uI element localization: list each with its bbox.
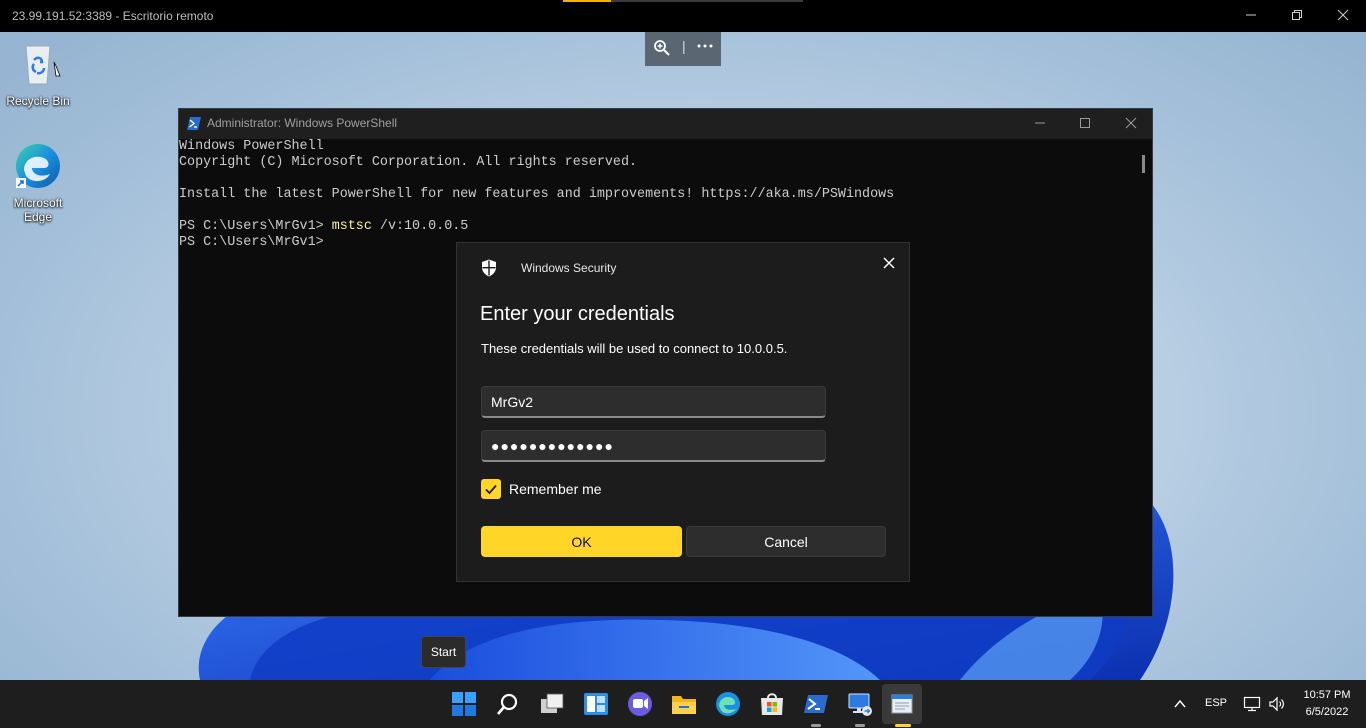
console-arguments: /v:10.0.0.5 (371, 219, 469, 234)
minimize-icon (1035, 122, 1045, 124)
console-line: Windows PowerShell (179, 139, 324, 154)
volume-icon[interactable] (1268, 695, 1286, 713)
desktop-icon-label: Recycle Bin (6, 94, 70, 108)
clock-time[interactable]: 10:57 PM (1297, 689, 1357, 701)
powershell-icon (187, 117, 201, 130)
close-button[interactable] (1108, 109, 1154, 139)
close-button[interactable] (1320, 0, 1366, 32)
search-icon[interactable] (494, 690, 522, 718)
desktop: | Recycle Bin Microsoft Edge Administrat… (0, 32, 1366, 680)
minimize-button[interactable] (1228, 0, 1274, 32)
active-indicator (895, 724, 911, 727)
console-command: mstsc (331, 219, 372, 234)
remote-desktop-connection-bar: | (645, 32, 721, 66)
cancel-button[interactable]: Cancel (686, 526, 886, 557)
maximize-button[interactable] (1062, 109, 1108, 139)
restore-button[interactable] (1274, 0, 1320, 32)
edge-icon (14, 142, 62, 190)
remote-desktop-icon[interactable] (846, 690, 874, 718)
taskbar: ESP 10:57 PM 6/5/2022 (0, 680, 1366, 728)
remote-desktop-title: 23.99.191.52:3389 - Escritorio remoto (12, 9, 214, 23)
maximize-icon (1080, 118, 1090, 128)
desktop-icon-recycle-bin[interactable]: Recycle Bin (0, 40, 76, 108)
credentials-dialog: Windows Security Enter your credentials … (456, 242, 910, 582)
store-icon[interactable] (758, 690, 786, 718)
chevron-up-icon[interactable] (1173, 697, 1187, 711)
console-line: Copyright (C) Microsoft Corporation. All… (179, 155, 638, 170)
console-line: PS C:\Users\MrGv1> mstsc /v:10.0.0.5 (179, 219, 1139, 235)
notepad-icon[interactable] (888, 690, 916, 718)
clock-date[interactable]: 6/5/2022 (1297, 706, 1357, 718)
connection-progress-bar (563, 0, 803, 2)
remember-me-label[interactable]: Remember me (509, 481, 602, 497)
network-icon[interactable] (1243, 695, 1261, 713)
password-field[interactable] (481, 430, 826, 462)
more-options-icon[interactable] (696, 37, 714, 60)
powershell-titlebar[interactable]: Administrator: Windows PowerShell (179, 109, 1152, 139)
edge-icon[interactable] (714, 690, 742, 718)
username-field[interactable] (481, 386, 826, 418)
close-icon (1337, 9, 1349, 21)
language-indicator[interactable]: ESP (1205, 697, 1227, 709)
checkmark-icon (485, 484, 497, 495)
ok-button[interactable]: OK (481, 526, 682, 557)
minimize-button[interactable] (1017, 109, 1063, 139)
start-tooltip: Start (421, 636, 466, 668)
chat-icon[interactable] (626, 690, 654, 718)
dialog-close-button[interactable] (875, 249, 903, 277)
start-icon[interactable] (450, 690, 478, 718)
desktop-icon-microsoft-edge[interactable]: Microsoft Edge (0, 142, 76, 224)
running-indicator (811, 724, 821, 727)
scrollbar-thumb[interactable] (1142, 155, 1145, 173)
window-title: Administrator: Windows PowerShell (207, 116, 398, 130)
powershell-icon[interactable] (802, 690, 830, 718)
connection-progress-fill (563, 0, 611, 2)
running-indicator (855, 724, 865, 727)
minimize-icon (1246, 14, 1256, 16)
widgets-icon[interactable] (582, 690, 610, 718)
dialog-description: These credentials will be used to connec… (481, 341, 788, 356)
shield-icon (482, 259, 496, 277)
zoom-icon[interactable] (653, 39, 671, 62)
close-icon (1125, 117, 1137, 129)
desktop-icon-label: Microsoft Edge (13, 196, 63, 224)
restore-icon (1292, 10, 1302, 20)
close-icon (883, 257, 895, 269)
remote-desktop-titlebar: 23.99.191.52:3389 - Escritorio remoto (0, 0, 1366, 32)
console-line: Install the latest PowerShell for new fe… (179, 187, 895, 202)
file-explorer-icon[interactable] (670, 690, 698, 718)
task-view-icon[interactable] (538, 690, 566, 718)
console-prompt: PS C:\Users\MrGv1> (179, 235, 332, 250)
dialog-heading: Enter your credentials (480, 303, 675, 325)
console-prompt: PS C:\Users\MrGv1> (179, 219, 332, 234)
dialog-app-title: Windows Security (521, 261, 617, 275)
remember-me-checkbox[interactable] (481, 479, 501, 499)
recycle-bin-icon (14, 40, 62, 88)
separator: | (682, 38, 686, 54)
